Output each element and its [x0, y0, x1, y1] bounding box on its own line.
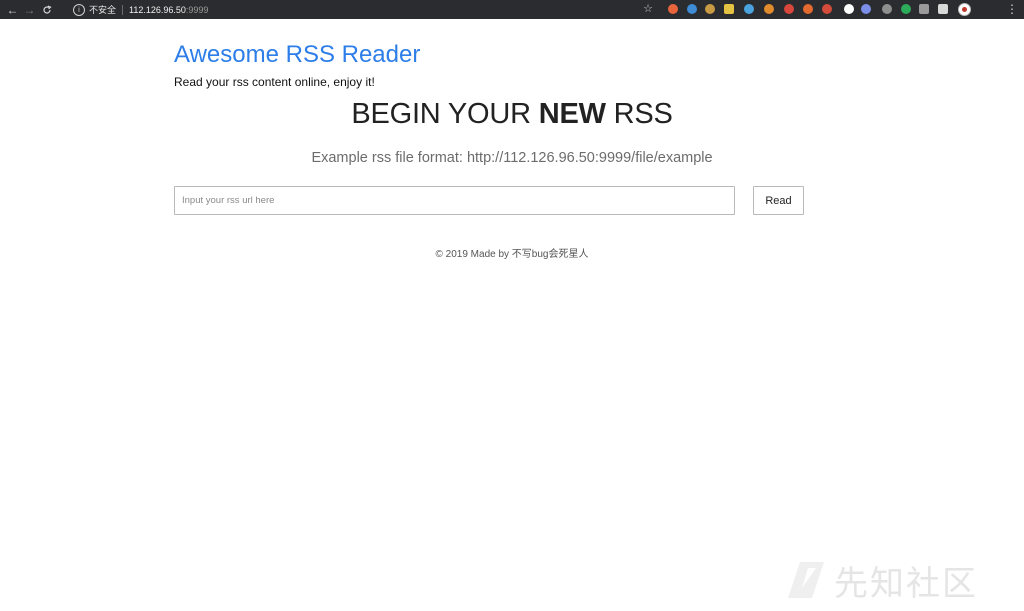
ext-5-icon[interactable] — [744, 4, 754, 14]
site-title[interactable]: Awesome RSS Reader — [174, 41, 420, 69]
security-label[interactable]: 不安全 — [89, 3, 116, 16]
ext-4-icon[interactable] — [724, 4, 734, 14]
ext-3-icon[interactable] — [705, 4, 715, 14]
read-button[interactable]: Read — [753, 186, 804, 215]
hero-bold: NEW — [538, 98, 606, 130]
ext-8-icon[interactable] — [803, 4, 813, 14]
rss-url-input[interactable] — [174, 186, 735, 215]
url-host[interactable]: 112.126.96.50 — [129, 5, 186, 15]
ext-7-icon[interactable] — [784, 4, 794, 14]
reload-icon[interactable] — [38, 1, 55, 18]
hero-suffix: RSS — [605, 98, 673, 130]
address-divider — [122, 4, 124, 15]
reload-glyph — [42, 4, 52, 14]
ext-2-icon[interactable] — [687, 4, 697, 14]
watermark-text: 先知社区 — [834, 563, 978, 604]
watermark: 先知社区 — [786, 556, 978, 604]
ext-15-icon[interactable] — [938, 4, 948, 14]
site-subtitle: Read your rss content online, enjoy it! — [174, 75, 375, 89]
menu-icon[interactable]: ⋮ — [1006, 1, 1018, 18]
info-icon[interactable]: i — [73, 3, 85, 16]
hero-heading: BEGIN YOUR NEW RSS — [174, 98, 850, 131]
ext-10-icon[interactable] — [844, 4, 854, 14]
profile-avatar[interactable] — [958, 3, 971, 16]
forward-icon[interactable]: → — [21, 1, 38, 18]
back-icon[interactable]: ← — [4, 1, 21, 18]
ext-6-icon[interactable] — [764, 4, 774, 14]
url-port[interactable]: :9999 — [186, 5, 209, 15]
hero-prefix: BEGIN YOUR — [351, 98, 539, 130]
ext-12-icon[interactable] — [882, 4, 892, 14]
watermark-logo-icon — [788, 562, 824, 598]
bookmark-star-icon[interactable]: ☆ — [641, 2, 655, 16]
ext-9-icon[interactable] — [822, 4, 832, 14]
address-bar[interactable]: i 不安全 112.126.96.50:9999 — [65, 2, 665, 17]
browser-toolbar: ← → i 不安全 112.126.96.50:9999 ☆ ⋮ — [0, 0, 1024, 19]
ext-14-icon[interactable] — [919, 4, 929, 14]
example-format-text: Example rss file format: http://112.126.… — [311, 150, 713, 166]
footer-copyright: © 2019 Made by 不写bug会死星人 — [435, 249, 589, 260]
ext-13-icon[interactable] — [901, 4, 911, 14]
ext-1-icon[interactable] — [668, 4, 678, 14]
ext-11-icon[interactable] — [861, 4, 871, 14]
